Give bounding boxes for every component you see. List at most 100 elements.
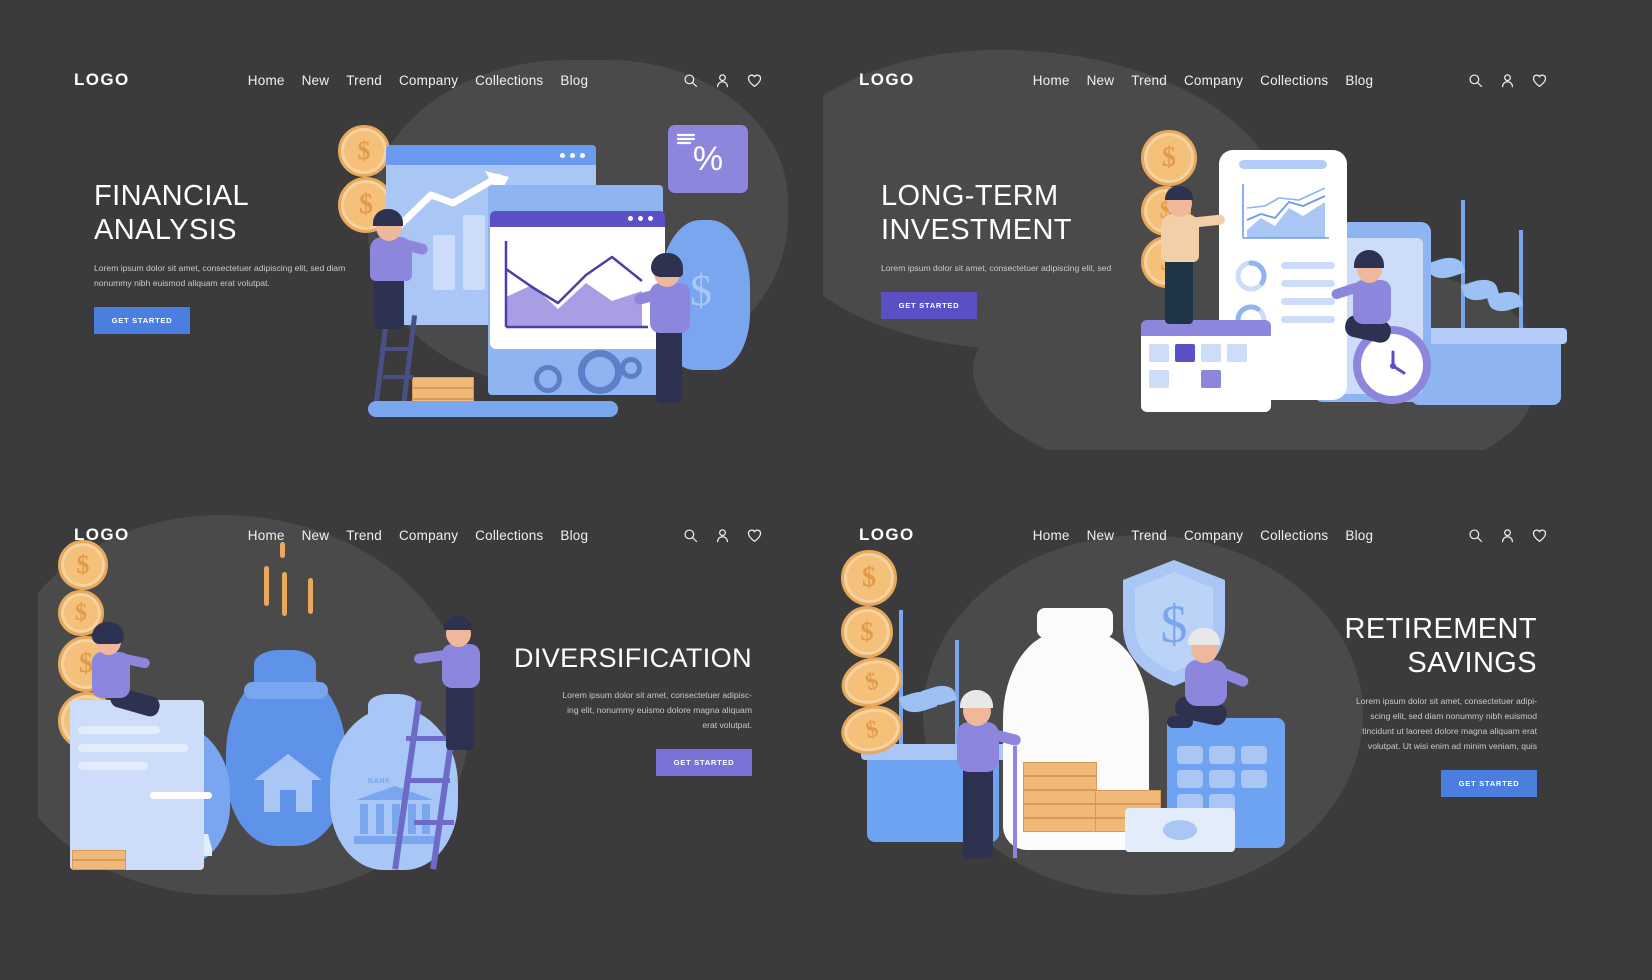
calculator-button	[1177, 746, 1203, 764]
get-started-button[interactable]: GET STARTED	[881, 292, 977, 320]
desk-row	[78, 726, 160, 734]
coin-stack-layer	[72, 850, 126, 860]
user-icon[interactable]	[1500, 528, 1515, 543]
logo[interactable]: LOGO	[74, 525, 130, 545]
person-man-hair	[1165, 186, 1193, 200]
nav-link-blog[interactable]: Blog	[1345, 528, 1373, 543]
nav-link-trend[interactable]: Trend	[346, 73, 382, 88]
navbar: LOGO Home New Trend Company Collections …	[38, 30, 798, 130]
bank-icon	[354, 786, 436, 844]
nav-icons	[683, 528, 762, 543]
desk-row	[78, 744, 188, 752]
nav-link-home[interactable]: Home	[248, 73, 285, 88]
report-header-bar	[1239, 160, 1327, 169]
window-dot	[570, 153, 575, 158]
coin-dollar-symbol: $	[860, 617, 874, 646]
navbar: LOGO Home New Trend Company Collections …	[823, 485, 1583, 585]
retirement-savings-illustration: $ $ $ $ $	[835, 550, 1301, 880]
search-icon[interactable]	[683, 73, 698, 88]
report-list-row	[1281, 280, 1335, 287]
nav-link-company[interactable]: Company	[399, 73, 458, 88]
nav-link-company[interactable]: Company	[1184, 528, 1243, 543]
get-started-button[interactable]: GET STARTED	[1441, 770, 1537, 798]
calendar-cell	[1201, 344, 1221, 362]
ladder-step	[410, 778, 450, 783]
nav-link-new[interactable]: New	[1087, 528, 1115, 543]
heart-icon[interactable]	[1532, 73, 1547, 88]
nav-link-blog[interactable]: Blog	[560, 528, 588, 543]
desk-highlight	[150, 792, 212, 799]
navbar: LOGO Home New Trend Company Collections …	[823, 30, 1583, 130]
person-woman-hair	[651, 253, 683, 277]
hero-content: FINANCIAL ANALYSIS Lorem ipsum dolor sit…	[94, 180, 354, 335]
logo[interactable]: LOGO	[859, 70, 915, 90]
report-list-row	[1281, 262, 1335, 269]
nav-link-home[interactable]: Home	[248, 528, 285, 543]
coin-stack-layer	[412, 377, 474, 388]
hero-content: DIVERSIFICATION Lorem ipsum dolor sit am…	[452, 643, 752, 777]
nav-link-collections[interactable]: Collections	[1260, 528, 1328, 543]
coin-dollar-symbol: $	[79, 648, 93, 679]
desk-row	[78, 762, 148, 770]
nav-link-new[interactable]: New	[302, 528, 330, 543]
gear-icon	[578, 350, 622, 394]
logo[interactable]: LOGO	[859, 525, 915, 545]
nav-link-new[interactable]: New	[302, 73, 330, 88]
user-icon[interactable]	[715, 73, 730, 88]
person-elder-man-shoe	[1167, 716, 1193, 728]
donut-chart	[1235, 260, 1267, 292]
bag-tie	[244, 682, 328, 699]
window-dot	[580, 153, 585, 158]
window-dot	[628, 216, 633, 221]
long-term-investment-illustration: $ $	[1141, 130, 1571, 420]
nav-link-company[interactable]: Company	[1184, 73, 1243, 88]
coin-dollar-symbol: $	[863, 715, 881, 744]
nav-link-blog[interactable]: Blog	[1345, 73, 1373, 88]
search-icon[interactable]	[1468, 528, 1483, 543]
nav-link-home[interactable]: Home	[1033, 73, 1070, 88]
get-started-button[interactable]: GET STARTED	[656, 749, 752, 777]
coin-stack-layer	[1023, 762, 1097, 776]
page-title: RETIREMENT SAVINGS	[1344, 613, 1537, 679]
heart-icon[interactable]	[747, 528, 762, 543]
nav-link-home[interactable]: Home	[1033, 528, 1070, 543]
bag-neck	[254, 650, 316, 686]
heart-icon[interactable]	[747, 73, 762, 88]
menu-icon	[676, 133, 696, 145]
nav-link-blog[interactable]: Blog	[560, 73, 588, 88]
hero-subtitle: Lorem ipsum dolor sit amet, consectetuer…	[1355, 696, 1537, 752]
coin-dollar-symbol: $	[1162, 142, 1176, 173]
nav-link-collections[interactable]: Collections	[475, 528, 543, 543]
ladder-step	[406, 736, 446, 741]
nav-link-trend[interactable]: Trend	[346, 528, 382, 543]
bag-dollar-symbol: $	[690, 266, 712, 315]
nav-link-collections[interactable]: Collections	[1260, 73, 1328, 88]
search-icon[interactable]	[1468, 73, 1483, 88]
nav-link-new[interactable]: New	[1087, 73, 1115, 88]
window-dot	[560, 153, 565, 158]
nav-link-company[interactable]: Company	[399, 528, 458, 543]
person-man-legs	[1165, 256, 1193, 324]
hero-subtitle: Lorem ipsum dolor sit amet, consectetuer…	[94, 263, 346, 289]
bank-label: BANK	[368, 778, 391, 785]
person-elder-woman-hair	[960, 690, 993, 708]
hero-content: LONG-TERM INVESTMENT Lorem ipsum dolor s…	[881, 180, 1151, 320]
user-icon[interactable]	[1500, 73, 1515, 88]
calculator-button	[1209, 746, 1235, 764]
nav-link-trend[interactable]: Trend	[1131, 73, 1167, 88]
get-started-button[interactable]: GET STARTED	[94, 307, 190, 335]
calculator-button	[1177, 770, 1203, 788]
heart-icon[interactable]	[1532, 528, 1547, 543]
nav-link-collections[interactable]: Collections	[475, 73, 543, 88]
nav-link-trend[interactable]: Trend	[1131, 528, 1167, 543]
page-title: FINANCIAL ANALYSIS	[94, 180, 250, 246]
user-icon[interactable]	[715, 528, 730, 543]
dashboard-bar	[433, 235, 455, 290]
calendar-cell	[1149, 344, 1169, 362]
nav-links: Home New Trend Company Collections Blog	[248, 528, 588, 543]
ground-shape	[368, 401, 618, 417]
hero-content: RETIREMENT SAVINGS Lorem ipsum dolor sit…	[1237, 613, 1537, 798]
landing-page-set: LOGO Home New Trend Company Collections …	[0, 0, 1652, 980]
logo[interactable]: LOGO	[74, 70, 130, 90]
search-icon[interactable]	[683, 528, 698, 543]
